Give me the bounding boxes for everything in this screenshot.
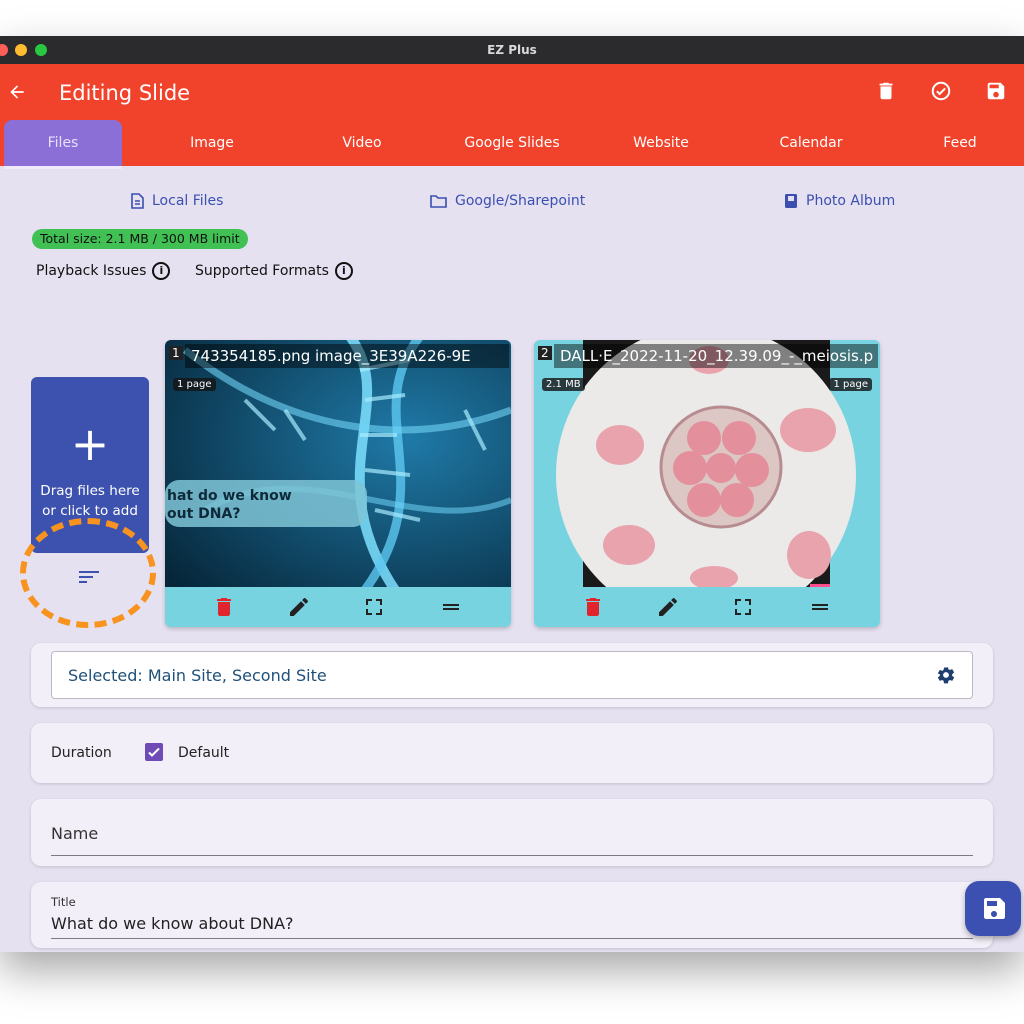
- tab-google-slides[interactable]: Google Slides: [442, 120, 582, 166]
- info-icon: i: [152, 262, 171, 280]
- file-card-2[interactable]: 2 DALL·E_2022-11-20_12.39.09_-_meiosis.p…: [534, 340, 880, 627]
- title-underline: [51, 938, 973, 939]
- gear-icon[interactable]: [936, 665, 956, 685]
- file-size-badge: 2.1 MB: [542, 378, 585, 391]
- save-icon[interactable]: [985, 80, 1007, 102]
- file-card-1[interactable]: hat do we know out DNA? 1 743354185.png …: [165, 340, 511, 627]
- plus-icon: +: [70, 417, 110, 471]
- duration-panel: Duration Default: [31, 723, 993, 783]
- title-field-label: Title: [51, 895, 76, 909]
- trash-icon[interactable]: [212, 595, 236, 619]
- arrow-left-icon[interactable]: [7, 82, 27, 102]
- playback-issues-link[interactable]: Playback Issues i: [36, 262, 171, 280]
- highlight-circle: [20, 518, 156, 628]
- dropzone-line-1: Drag files here: [40, 483, 140, 499]
- pencil-icon[interactable]: [656, 595, 680, 619]
- album-icon: [785, 194, 797, 208]
- page-title: Editing Slide: [59, 81, 191, 105]
- file-index: 1: [169, 346, 183, 360]
- file-name: 743354185.png image_3E39A226-9E: [185, 344, 509, 368]
- tab-calendar[interactable]: Calendar: [751, 120, 871, 166]
- check-icon: [148, 747, 160, 757]
- trash-icon[interactable]: [875, 80, 897, 102]
- pencil-icon[interactable]: [287, 595, 311, 619]
- file-card-toolbar: [165, 587, 511, 627]
- dna-image: hat do we know out DNA?: [165, 340, 511, 587]
- supported-formats-label: Supported Formats: [195, 263, 329, 279]
- app-bar: Editing Slide Files Image Video Google S…: [0, 64, 1024, 169]
- page-count-badge: 1 page: [829, 378, 872, 391]
- tab-files[interactable]: Files: [4, 120, 122, 169]
- file-preview-2: [534, 340, 880, 587]
- site-selector-field[interactable]: Selected: Main Site, Second Site: [51, 651, 973, 699]
- title-panel: Title What do we know about DNA?: [31, 882, 993, 948]
- page-count-badge: 1 page: [173, 378, 216, 391]
- tab-image[interactable]: Image: [152, 120, 272, 166]
- photo-album-link[interactable]: Photo Album: [784, 193, 895, 209]
- info-icon: i: [334, 262, 353, 280]
- fullscreen-icon[interactable]: [362, 595, 386, 619]
- default-duration-checkbox[interactable]: [145, 743, 163, 761]
- playback-issues-label: Playback Issues: [36, 263, 147, 279]
- default-label: Default: [178, 745, 230, 761]
- tab-website[interactable]: Website: [601, 120, 721, 166]
- google-sharepoint-label: Google/Sharepoint: [455, 193, 586, 209]
- folder-icon: [430, 195, 447, 208]
- tab-feed[interactable]: Feed: [900, 120, 1020, 166]
- google-sharepoint-link[interactable]: Google/Sharepoint: [430, 193, 585, 209]
- save-icon: [984, 898, 1005, 919]
- file-preview-1: hat do we know out DNA?: [165, 340, 511, 587]
- file-name: DALL·E_2022-11-20_12.39.09_-_meiosis.p: [554, 344, 878, 368]
- trash-icon[interactable]: [581, 595, 605, 619]
- window-title: EZ Plus: [487, 43, 537, 57]
- title-field[interactable]: What do we know about DNA?: [51, 914, 294, 933]
- tab-video[interactable]: Video: [302, 120, 422, 166]
- fullscreen-icon[interactable]: [731, 595, 755, 619]
- total-size-badge: Total size: 2.1 MB / 300 MB limit: [32, 229, 248, 249]
- window-titlebar: EZ Plus: [0, 36, 1024, 64]
- site-selector-panel: Selected: Main Site, Second Site: [31, 643, 993, 707]
- local-files-link[interactable]: Local Files: [130, 193, 223, 209]
- overlay-line-2: out DNA?: [167, 506, 240, 522]
- duration-label: Duration: [51, 745, 112, 761]
- file-card-toolbar: [534, 587, 880, 627]
- overlay-line-1: hat do we know: [167, 488, 292, 504]
- check-circle-icon[interactable]: [930, 80, 952, 102]
- supported-formats-link[interactable]: Supported Formats i: [195, 262, 353, 280]
- app-window: EZ Plus Editing Slide Files Image Video …: [0, 36, 1024, 952]
- name-field[interactable]: Name: [51, 824, 98, 843]
- drag-handle-icon[interactable]: [808, 595, 832, 619]
- file-index: 2: [538, 346, 552, 360]
- local-files-label: Local Files: [152, 193, 224, 209]
- photo-album-label: Photo Album: [806, 193, 896, 209]
- meiosis-image: [534, 340, 880, 587]
- drag-handle-icon[interactable]: [439, 595, 463, 619]
- source-tabs: Files Image Video Google Slides Website …: [0, 120, 1024, 169]
- selected-sites-text: Selected: Main Site, Second Site: [68, 666, 327, 685]
- save-fab-button[interactable]: [965, 881, 1021, 936]
- name-underline: [51, 855, 973, 856]
- name-panel: Name: [31, 799, 993, 866]
- file-icon: [131, 193, 144, 209]
